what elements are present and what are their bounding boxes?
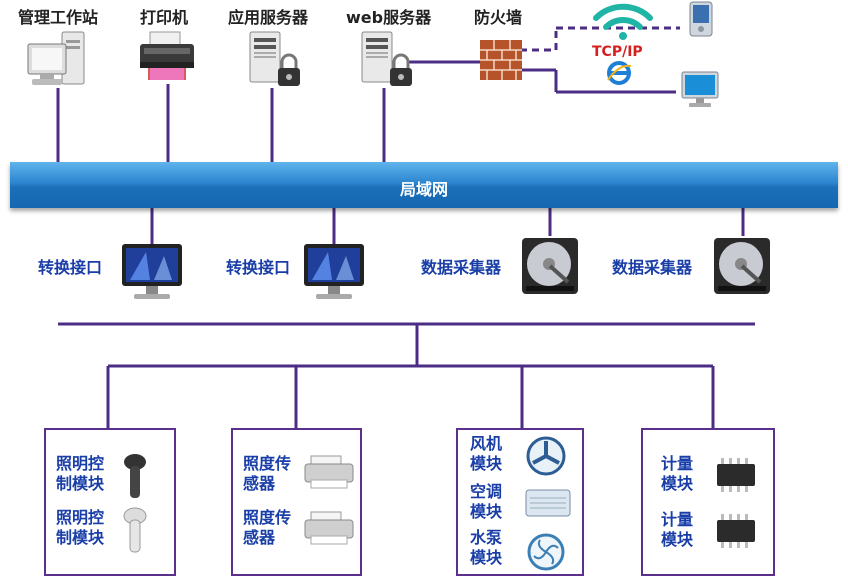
fan-module-label: 风机模块 <box>470 434 503 473</box>
data-collector-label: 数据采集器 <box>612 258 693 277</box>
scanner-icon <box>304 455 354 489</box>
ie-icon <box>607 61 632 85</box>
firewall-icon <box>480 40 522 80</box>
conversion-interface-label: 转换接口 <box>38 258 103 277</box>
printer-icon <box>140 31 194 80</box>
water-pump-icon <box>527 533 565 571</box>
workstation-label: 管理工作站 <box>18 8 99 27</box>
illuminance-sensor-label: 照度传感器 <box>243 508 292 547</box>
protocol-label: TCP/IP <box>592 44 643 60</box>
firewall-label: 防火墙 <box>474 8 523 27</box>
app-server-label: 应用服务器 <box>228 8 309 27</box>
air-conditioner-icon <box>525 489 571 517</box>
wifi-icon <box>593 3 653 40</box>
monitor-icon <box>304 244 364 299</box>
chip-icon <box>717 514 755 548</box>
conversion-interface-label: 转换接口 <box>226 258 291 277</box>
barcode-scanner-icon <box>123 507 147 553</box>
scanner-icon <box>304 511 354 545</box>
metering-module-group: 计量模块 计量模块 <box>641 428 775 576</box>
illuminance-sensor-group: 照度传感器 照度传感器 <box>231 428 362 576</box>
hvac-module-group: 风机模块 空调模块 水泵模块 <box>456 428 584 576</box>
data-collector-label: 数据采集器 <box>421 258 502 277</box>
printer-label: 打印机 <box>140 8 189 27</box>
pump-module-label: 水泵模块 <box>470 528 503 567</box>
monitor-icon <box>681 71 719 107</box>
chip-icon <box>717 458 755 492</box>
fan-icon <box>526 436 566 476</box>
metering-module-label: 计量模块 <box>661 454 694 493</box>
ac-module-label: 空调模块 <box>470 482 503 521</box>
metering-module-label: 计量模块 <box>661 510 694 549</box>
lighting-control-label: 照明控制模块 <box>56 508 105 547</box>
lan-bar: 局域网 <box>10 162 838 208</box>
hard-disk-icon <box>714 238 770 294</box>
server-lock-icon <box>249 31 300 86</box>
server-lock-icon <box>361 31 412 86</box>
illuminance-sensor-label: 照度传感器 <box>243 454 292 493</box>
workstation-icon <box>27 31 85 85</box>
web-server-label: web服务器 <box>346 8 432 27</box>
lighting-control-group: 照明控制模块 照明控制模块 <box>44 428 176 576</box>
barcode-scanner-icon <box>124 454 146 498</box>
hard-disk-icon <box>522 238 578 294</box>
pda-icon <box>689 1 713 37</box>
lighting-control-label: 照明控制模块 <box>56 454 105 493</box>
lan-label: 局域网 <box>399 180 448 199</box>
monitor-icon <box>122 244 182 299</box>
